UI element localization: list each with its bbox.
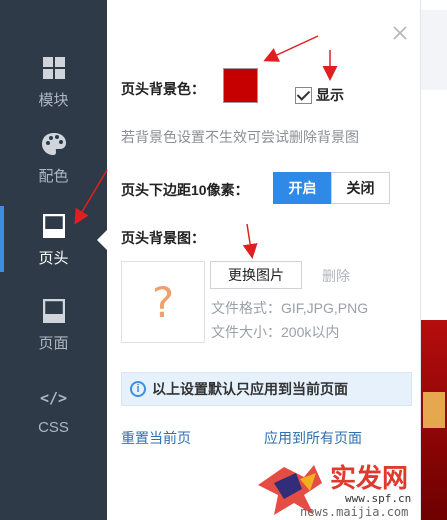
active-caret: [97, 230, 107, 250]
notice-bar: i 以上设置默认只应用到当前页面: [121, 372, 412, 406]
background-page-strip: [421, 0, 447, 520]
question-mark-icon: ?: [151, 277, 175, 327]
sidebar-item-label: 页面: [38, 334, 69, 352]
info-icon: i: [130, 381, 146, 397]
margin-toggle: 开启 关闭: [273, 172, 390, 204]
sidebar-item-color[interactable]: 配色: [0, 118, 107, 196]
sidebar-item-css[interactable]: </> CSS: [0, 370, 107, 448]
sidebar-item-page[interactable]: 页面: [0, 285, 107, 363]
reset-current-page-link[interactable]: 重置当前页: [121, 428, 191, 448]
grid-icon: [42, 53, 66, 83]
watermark-url-secondary: news.maijia.com: [300, 505, 409, 519]
sidebar-item-label: 模块: [38, 91, 69, 109]
code-icon: </>: [39, 388, 68, 407]
delete-image-link[interactable]: 删除: [322, 266, 350, 286]
bg-color-label: 页头背景色：: [121, 81, 205, 97]
page-icon: [42, 296, 65, 326]
close-icon[interactable]: [391, 24, 409, 42]
watermark-brand: 实发网: [330, 464, 409, 494]
file-size-text: 文件大小：200k以内: [211, 324, 340, 340]
background-page-banner-text: [423, 392, 445, 428]
sidebar-item-label: CSS: [38, 418, 69, 436]
palette-icon: [41, 129, 67, 159]
sidebar-item-label: 配色: [38, 167, 69, 185]
change-image-button[interactable]: 更换图片: [210, 261, 302, 289]
header-settings-panel: 页头背景色： 显示 若背景色设置不生效可尝试删除背景图 页头下边距10像素： 开…: [107, 0, 421, 520]
sidebar-item-label: 页头: [38, 249, 69, 267]
show-label: 显示: [316, 87, 344, 103]
background-page-top: [421, 10, 447, 90]
header-icon: [42, 211, 65, 241]
toggle-off-button[interactable]: 关闭: [331, 172, 390, 204]
bg-color-hint: 若背景色设置不生效可尝试删除背景图: [121, 129, 359, 145]
bg-image-placeholder: ?: [121, 261, 205, 343]
apply-all-pages-link[interactable]: 应用到所有页面: [264, 428, 362, 448]
sidebar: 模块 配色 页头 页面 </> CSS: [0, 0, 107, 520]
checkbox-check-icon: [295, 86, 312, 104]
file-format-text: 文件格式：GIF,JPG,PNG: [211, 300, 369, 316]
watermark-url: www.spf.cn: [345, 492, 412, 505]
sidebar-item-header[interactable]: 页头: [0, 200, 107, 278]
show-checkbox[interactable]: 显示: [295, 85, 344, 105]
sidebar-item-module[interactable]: 模块: [0, 42, 107, 120]
toggle-on-button[interactable]: 开启: [273, 172, 332, 204]
bg-color-swatch[interactable]: [223, 68, 258, 103]
notice-text: 以上设置默认只应用到当前页面: [152, 381, 348, 397]
margin-label: 页头下边距10像素：: [121, 182, 249, 198]
bg-image-label: 页头背景图：: [121, 230, 205, 246]
